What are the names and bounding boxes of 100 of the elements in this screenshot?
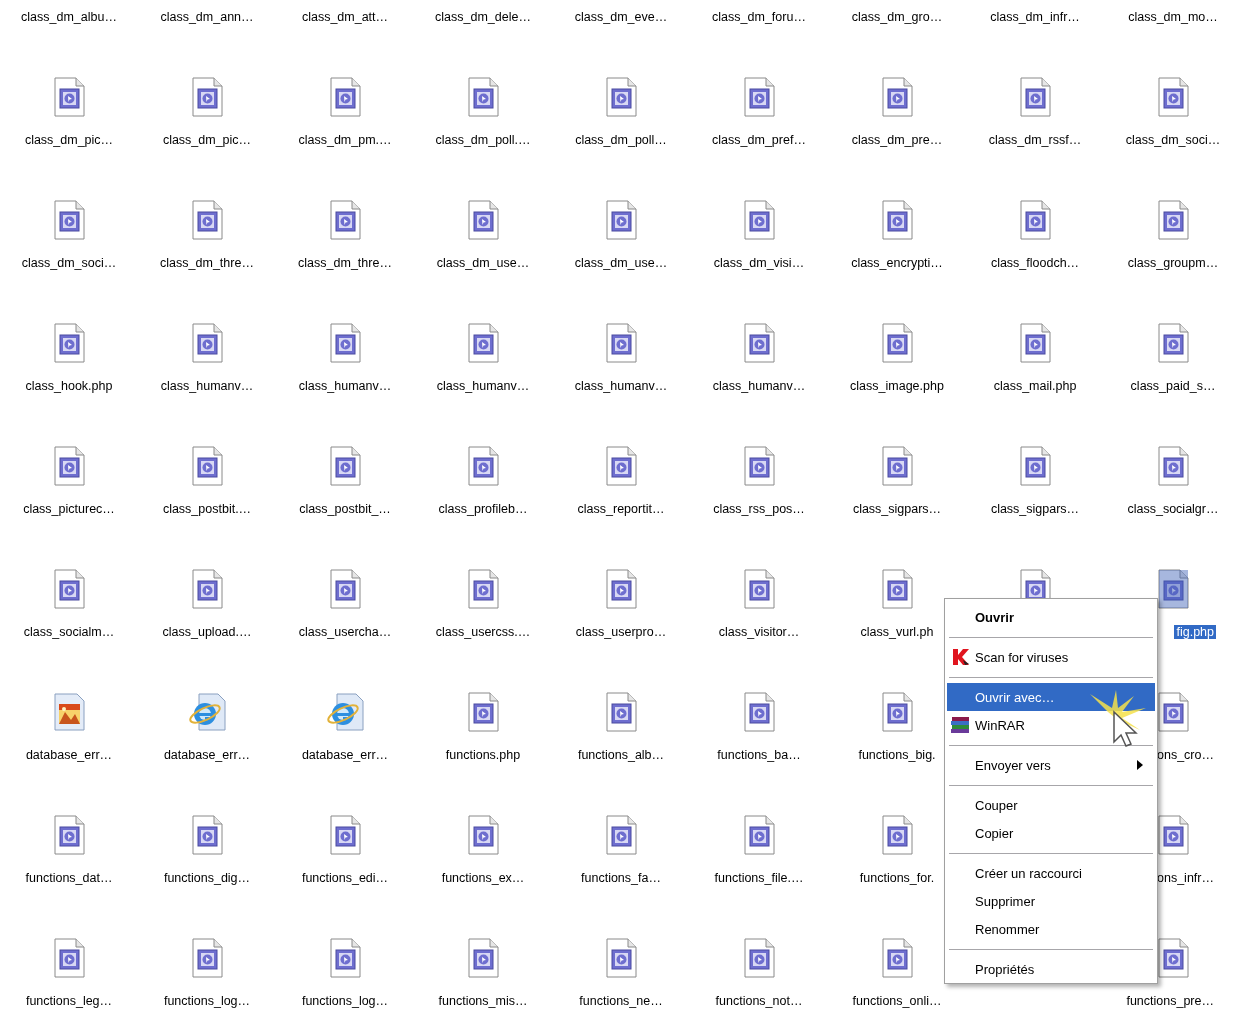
php-file-icon[interactable] <box>1157 77 1189 117</box>
php-file-icon[interactable] <box>191 938 223 978</box>
menu-item[interactable]: Copier <box>947 819 1155 847</box>
menu-item[interactable]: Propriétés <box>947 955 1155 983</box>
file-name[interactable]: class_reportit… <box>575 502 667 516</box>
php-file-icon[interactable] <box>329 446 361 486</box>
file-name[interactable]: class_socialm… <box>21 625 117 639</box>
file-name[interactable]: database_err… <box>161 748 253 762</box>
php-file-icon[interactable] <box>1019 446 1051 486</box>
menu-item[interactable]: Couper <box>947 791 1155 819</box>
file-name[interactable]: class_dm_soci… <box>19 256 119 270</box>
menu-item[interactable]: Envoyer vers <box>947 751 1155 779</box>
file-name[interactable]: class_upload.… <box>160 625 254 639</box>
php-file-icon[interactable] <box>191 446 223 486</box>
file-name[interactable]: class_rss_pos… <box>711 502 807 516</box>
file-name[interactable]: functions_ba… <box>715 748 803 762</box>
file-name[interactable]: functions_ne… <box>577 994 665 1008</box>
menu-item[interactable]: Renommer <box>947 915 1155 943</box>
file-name[interactable]: class_usercha… <box>296 625 394 639</box>
php-file-icon[interactable] <box>53 446 85 486</box>
file-name[interactable]: class_image.php <box>848 379 946 393</box>
php-file-icon[interactable] <box>467 569 499 609</box>
menu-item[interactable]: WinRAR <box>947 711 1155 739</box>
php-file-icon[interactable] <box>881 938 913 978</box>
php-file-icon[interactable] <box>467 323 499 363</box>
file-name[interactable]: functions.php <box>443 748 523 762</box>
php-file-icon[interactable] <box>191 569 223 609</box>
php-file-icon[interactable] <box>743 200 775 240</box>
file-name[interactable]: class_dm_thre… <box>296 256 394 270</box>
file-name[interactable]: fig.php <box>1174 625 1216 639</box>
file-name[interactable]: class_humanv… <box>158 379 256 393</box>
file-name[interactable]: class_dm_att… <box>299 10 391 24</box>
php-file-icon[interactable] <box>467 692 499 732</box>
file-name[interactable]: class_dm_rssf… <box>986 133 1084 147</box>
menu-item[interactable]: Ouvrir <box>947 603 1155 631</box>
php-file-icon[interactable] <box>467 77 499 117</box>
menu-item[interactable]: Supprimer <box>947 887 1155 915</box>
php-file-icon[interactable] <box>53 815 85 855</box>
php-file-icon[interactable] <box>329 938 361 978</box>
php-file-icon[interactable] <box>605 815 637 855</box>
php-file-icon[interactable] <box>605 569 637 609</box>
php-file-icon[interactable] <box>743 815 775 855</box>
file-name[interactable]: class_sigpars… <box>988 502 1082 516</box>
file-name[interactable]: class_dm_pic… <box>160 133 254 147</box>
php-file-icon[interactable] <box>467 200 499 240</box>
php-file-icon[interactable] <box>881 200 913 240</box>
file-name[interactable]: class_postbit_… <box>297 502 393 516</box>
file-name[interactable]: functions_log… <box>299 994 391 1008</box>
image-file-icon[interactable] <box>51 692 87 732</box>
menu-item[interactable]: Ouvrir avec… <box>947 683 1155 711</box>
file-name[interactable]: class_mail.php <box>991 379 1079 393</box>
php-file-icon[interactable] <box>881 692 913 732</box>
file-name[interactable]: class_floodch… <box>988 256 1082 270</box>
php-file-icon[interactable] <box>53 200 85 240</box>
file-name[interactable]: class_humanv… <box>572 379 670 393</box>
php-file-icon[interactable] <box>467 938 499 978</box>
file-name[interactable]: class_dm_dele… <box>433 10 533 24</box>
php-file-icon[interactable] <box>191 200 223 240</box>
php-file-icon[interactable] <box>191 77 223 117</box>
file-name[interactable]: functions_ex… <box>439 871 527 885</box>
file-name[interactable]: functions_file.… <box>712 871 806 885</box>
file-name[interactable]: database_err… <box>23 748 115 762</box>
php-file-icon[interactable] <box>329 815 361 855</box>
file-name[interactable]: functions_not… <box>713 994 805 1008</box>
file-name[interactable]: class_dm_poll.… <box>433 133 533 147</box>
file-name[interactable]: functions_for. <box>857 871 937 885</box>
file-name[interactable]: class_encrypti… <box>849 256 945 270</box>
file-name[interactable]: class_dm_ann… <box>158 10 256 24</box>
php-file-icon[interactable] <box>191 815 223 855</box>
file-name[interactable]: functions_onli… <box>850 994 944 1008</box>
php-file-icon[interactable] <box>881 815 913 855</box>
file-name[interactable]: class_dm_pic… <box>22 133 116 147</box>
php-file-icon[interactable] <box>53 569 85 609</box>
php-file-icon[interactable] <box>329 569 361 609</box>
file-name[interactable]: ons_infr… <box>1155 871 1216 885</box>
php-file-icon[interactable] <box>467 446 499 486</box>
file-name[interactable]: functions_fa… <box>579 871 663 885</box>
php-file-icon[interactable] <box>605 446 637 486</box>
file-name[interactable]: class_picturec… <box>21 502 117 516</box>
file-name[interactable]: class_dm_pm.… <box>296 133 394 147</box>
file-name[interactable]: class_profileb… <box>436 502 530 516</box>
file-name[interactable]: class_dm_gro… <box>849 10 945 24</box>
file-name[interactable]: class_humanv… <box>434 379 532 393</box>
file-name[interactable]: class_postbit.… <box>160 502 254 516</box>
file-name[interactable]: class_vurl.ph <box>858 625 936 639</box>
file-name[interactable]: functions_dig… <box>161 871 253 885</box>
file-name[interactable]: functions_edi… <box>299 871 391 885</box>
file-name[interactable]: class_usercss.… <box>433 625 533 639</box>
file-name[interactable]: class_hook.php <box>23 379 115 393</box>
menu-item[interactable]: Créer un raccourci <box>947 859 1155 887</box>
php-file-icon[interactable] <box>329 323 361 363</box>
php-file-icon[interactable] <box>1157 446 1189 486</box>
file-name[interactable]: functions_mis… <box>436 994 530 1008</box>
php-file-icon[interactable] <box>53 938 85 978</box>
file-name[interactable]: database_err… <box>299 748 391 762</box>
php-file-icon[interactable] <box>605 323 637 363</box>
file-name[interactable]: class_groupm… <box>1125 256 1221 270</box>
file-name[interactable]: class_dm_soci… <box>1123 133 1223 147</box>
php-file-icon[interactable] <box>605 692 637 732</box>
file-name[interactable]: class_dm_infr… <box>988 10 1082 24</box>
